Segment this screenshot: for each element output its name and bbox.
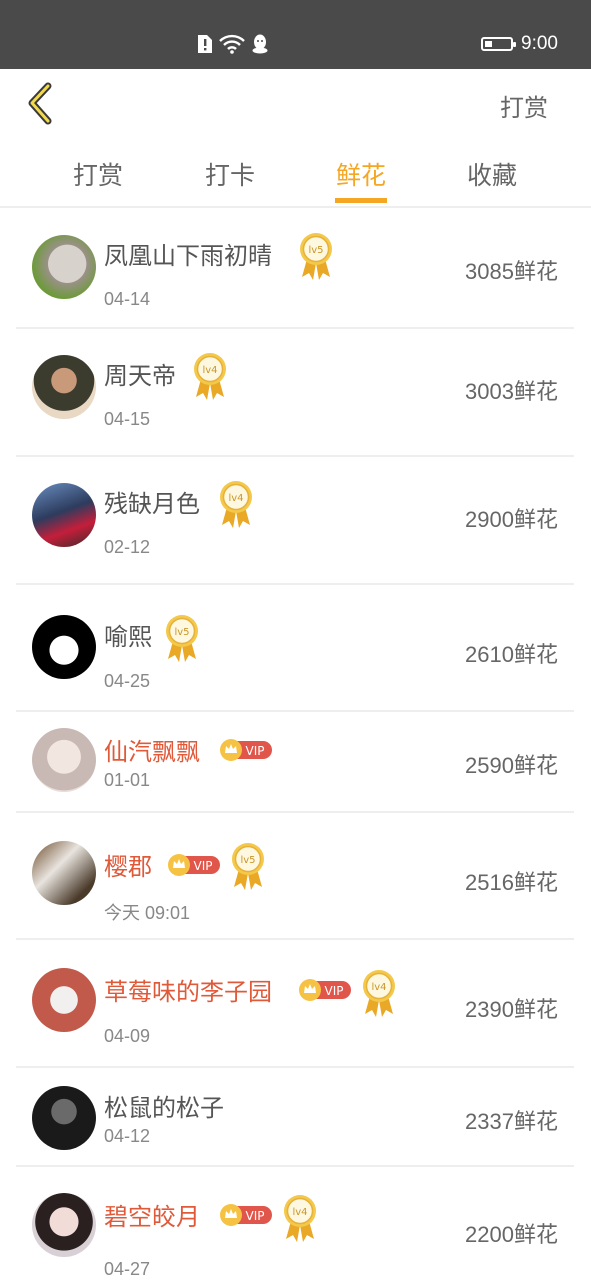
svg-text:lv5: lv5 — [308, 245, 323, 256]
flower-amount: 3085鲜花 — [465, 259, 558, 284]
vip-badge-icon: VIP — [219, 1203, 273, 1227]
list-item[interactable]: 周天帝 lv4 04-15 3003鲜花 — [16, 329, 574, 457]
svg-text:VIP: VIP — [246, 1209, 265, 1223]
svg-text:lv5: lv5 — [240, 855, 255, 866]
avatar[interactable] — [32, 841, 96, 905]
status-time: 9:00 — [521, 33, 558, 54]
wifi-icon — [219, 34, 245, 54]
user-name[interactable]: 残缺月色 — [104, 484, 200, 519]
qq-icon — [252, 34, 268, 54]
item-date: 04-27 — [104, 1259, 151, 1279]
flower-amount: 2590鲜花 — [465, 753, 558, 778]
tab-reward[interactable]: 打赏 — [58, 156, 138, 192]
sim-alert-icon — [198, 35, 212, 53]
flower-amount: 3003鲜花 — [465, 379, 558, 404]
user-name[interactable]: 周天帝 — [104, 356, 176, 391]
tab-bar: 打赏 打卡 鲜花 收藏 — [0, 139, 591, 208]
item-date: 04-12 — [104, 1126, 151, 1146]
list-item[interactable]: 凤凰山下雨初晴 lv5 04-14 3085鲜花 — [16, 209, 574, 329]
tab-flowers[interactable]: 鲜花 — [321, 156, 401, 192]
svg-text:lv4: lv4 — [228, 493, 243, 504]
level-medal-icon: lv4 — [218, 479, 254, 529]
svg-text:lv4: lv4 — [371, 982, 386, 993]
flower-amount: 2200鲜花 — [465, 1222, 558, 1247]
level-medal-icon: lv4 — [192, 351, 228, 401]
avatar[interactable] — [32, 728, 96, 792]
item-date: 今天 09:01 — [104, 903, 191, 923]
flower-amount: 2516鲜花 — [465, 870, 558, 895]
level-medal-icon: lv5 — [164, 613, 200, 663]
level-medal-icon: lv5 — [230, 841, 266, 891]
avatar[interactable] — [32, 1086, 96, 1150]
vip-badge-icon: VIP — [298, 978, 352, 1002]
flower-amount: 2610鲜花 — [465, 642, 558, 667]
svg-text:lv4: lv4 — [292, 1207, 307, 1218]
tab-checkin[interactable]: 打卡 — [190, 156, 270, 192]
flower-amount: 2337鲜花 — [465, 1109, 558, 1134]
item-date: 04-15 — [104, 409, 151, 429]
svg-text:VIP: VIP — [194, 859, 213, 873]
user-name[interactable]: 喻熙 — [104, 617, 152, 652]
user-name[interactable]: 凤凰山下雨初晴 — [104, 236, 272, 271]
item-date: 02-12 — [104, 537, 151, 557]
avatar[interactable] — [32, 355, 96, 419]
svg-text:lv4: lv4 — [202, 365, 217, 376]
svg-text:lv5: lv5 — [174, 627, 189, 638]
avatar[interactable] — [32, 1193, 96, 1257]
active-tab-indicator — [335, 198, 387, 203]
avatar[interactable] — [32, 483, 96, 547]
list-item[interactable]: 喻熙 lv5 04-25 2610鲜花 — [16, 585, 574, 712]
item-date: 04-25 — [104, 671, 151, 691]
user-name[interactable]: 松鼠的松子 — [104, 1088, 224, 1123]
vip-badge-icon: VIP — [219, 738, 273, 762]
status-bar: 9:00 — [0, 0, 591, 69]
level-medal-icon: lv4 — [282, 1193, 318, 1243]
chevron-left-icon[interactable] — [20, 81, 60, 127]
nav-bar: 打赏 — [0, 69, 591, 139]
svg-text:VIP: VIP — [246, 744, 265, 758]
level-medal-icon: lv5 — [298, 231, 334, 281]
item-date: 04-14 — [104, 289, 151, 309]
list-item[interactable]: 仙汽飘飘 VIP 01-01 2590鲜花 — [16, 712, 574, 813]
list-item[interactable]: 残缺月色 lv4 02-12 2900鲜花 — [16, 457, 574, 585]
svg-text:VIP: VIP — [325, 984, 344, 998]
battery-icon — [481, 37, 517, 51]
flower-amount: 2900鲜花 — [465, 507, 558, 532]
item-date: 01-01 — [104, 770, 151, 790]
level-medal-icon: lv4 — [361, 968, 397, 1018]
avatar[interactable] — [32, 968, 96, 1032]
list-item[interactable]: 碧空皎月 VIP lv4 04-27 2200鲜花 — [16, 1167, 574, 1280]
vip-badge-icon: VIP — [167, 853, 221, 877]
status-right: 9:00 — [481, 32, 558, 56]
list-item[interactable]: 草莓味的李子园 VIP lv4 04-09 2390鲜花 — [16, 940, 574, 1068]
tab-favorites[interactable]: 收藏 — [452, 156, 532, 192]
user-name[interactable]: 碧空皎月 — [104, 1197, 200, 1232]
status-icons — [197, 32, 269, 56]
user-name[interactable]: 草莓味的李子园 — [104, 972, 272, 1007]
avatar[interactable] — [32, 615, 96, 679]
user-name[interactable]: 仙汽飘飘 — [104, 732, 200, 767]
item-date: 04-09 — [104, 1026, 151, 1046]
flower-amount: 2390鲜花 — [465, 997, 558, 1022]
user-name[interactable]: 樱郡 — [104, 847, 152, 882]
avatar[interactable] — [32, 235, 96, 299]
list-item[interactable]: 樱郡 VIP lv5 今天 09:01 2516鲜花 — [16, 813, 574, 940]
list-item[interactable]: 松鼠的松子 04-12 2337鲜花 — [16, 1068, 574, 1167]
reward-button[interactable]: 打赏 — [500, 88, 548, 123]
